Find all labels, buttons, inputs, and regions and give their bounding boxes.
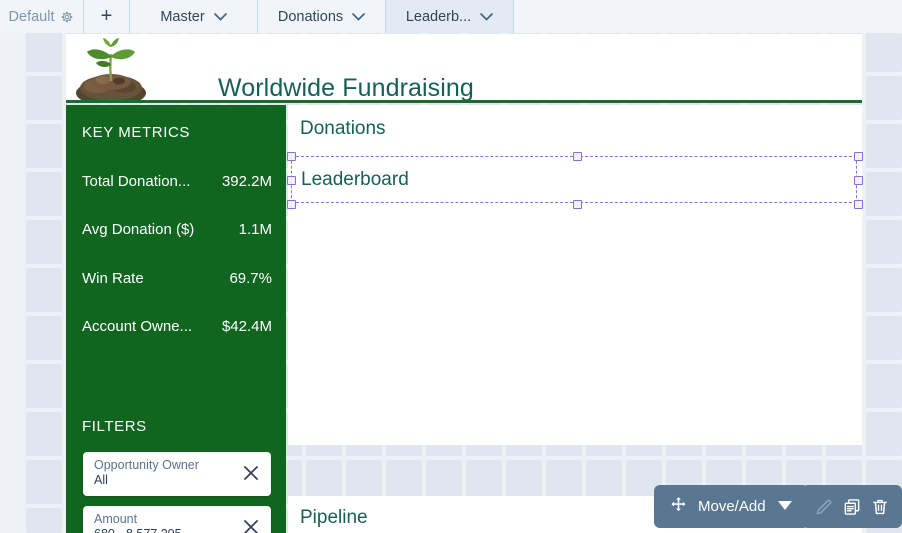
grid-cell (26, 33, 62, 72)
grid-cell (26, 172, 62, 216)
donations-panel-title: Donations (300, 118, 386, 139)
component-tool-group (802, 485, 902, 528)
pencil-icon[interactable] (811, 494, 837, 520)
grid-cell (26, 76, 62, 120)
tab-donations-label: Donations (277, 8, 344, 25)
grid-cell (866, 33, 902, 72)
filters-heading: FILTERS (82, 418, 147, 435)
resize-handle-top-right[interactable] (854, 152, 863, 161)
filter-value: 680 - 8,577,205 (94, 527, 182, 533)
resize-handle-bottom-left[interactable] (287, 200, 296, 209)
metric-label: Account Owne... (82, 318, 193, 335)
filter-card-amount[interactable]: Amount 680 - 8,577,205 (83, 506, 271, 533)
grid-cell (26, 316, 62, 360)
trash-icon[interactable] (867, 494, 893, 520)
grid-cell (26, 412, 62, 456)
pipeline-panel-title: Pipeline (300, 507, 368, 528)
tab-leaderboard-label: Leaderb... (405, 8, 472, 25)
grid-cell (26, 220, 62, 264)
move-add-button[interactable]: Move/Add (654, 485, 809, 528)
resize-handle-bottom-middle[interactable] (573, 200, 582, 209)
caret-down-icon[interactable] (777, 498, 793, 515)
grid-cell (26, 508, 62, 533)
duplicate-icon[interactable] (839, 494, 865, 520)
resize-handle-top-middle[interactable] (573, 152, 582, 161)
resize-handle-bottom-right[interactable] (854, 200, 863, 209)
grid-cell (866, 316, 902, 360)
dashboard-header-panel[interactable]: Worldwide Fundraising (66, 34, 862, 103)
grid-cell (866, 172, 902, 216)
tab-default-label: Default (8, 8, 55, 25)
chevron-down-icon[interactable] (213, 12, 227, 21)
filter-name: Amount (94, 512, 138, 526)
key-metrics-heading: KEY METRICS (82, 124, 191, 141)
metric-label: Avg Donation ($) (82, 221, 195, 238)
gear-icon[interactable] (60, 10, 74, 24)
grid-cell (866, 412, 902, 456)
grid-cell (26, 364, 62, 408)
grid-cell (866, 124, 902, 168)
tab-bar-filler (514, 0, 902, 33)
metric-value: 392.2M (221, 173, 272, 190)
resize-handle-top-left[interactable] (287, 152, 296, 161)
metric-row: Account Owne... $42.4M (82, 318, 272, 335)
chevron-down-icon[interactable] (352, 12, 365, 21)
metric-label: Win Rate (82, 270, 144, 287)
add-tab-button[interactable]: + (84, 0, 130, 33)
filter-value: All (94, 473, 108, 487)
tab-donations[interactable]: Donations (258, 0, 386, 33)
add-tab-label: + (100, 5, 113, 27)
move-arrows-icon (670, 496, 687, 517)
grid-cell (866, 268, 902, 312)
seedling-plant-logo-icon (72, 34, 150, 100)
tab-master[interactable]: Master (130, 0, 258, 33)
metric-label: Total Donation... (82, 173, 191, 190)
close-icon[interactable] (241, 517, 261, 533)
metric-value: 69.7% (229, 270, 272, 287)
grid-cell (866, 220, 902, 264)
filter-name: Opportunity Owner (94, 458, 199, 472)
selected-component-leaderboard[interactable]: Leaderboard (287, 152, 863, 209)
close-icon[interactable] (241, 463, 261, 483)
key-metrics-panel[interactable]: KEY METRICS Total Donation... 392.2M Avg… (66, 105, 286, 533)
tab-master-label: Master (160, 8, 205, 25)
filter-card-opportunity-owner[interactable]: Opportunity Owner All (83, 452, 271, 496)
chevron-down-icon[interactable] (480, 12, 494, 21)
metric-row: Avg Donation ($) 1.1M (82, 221, 272, 238)
tab-default[interactable]: Default (0, 0, 84, 33)
grid-cell (26, 124, 62, 168)
grid-cell (866, 364, 902, 408)
tab-bar: Default + Master Donations Leaderb... (0, 0, 902, 33)
leaderboard-title: Leaderboard (301, 169, 409, 190)
metric-row: Win Rate 69.7% (82, 270, 272, 287)
tab-leaderboard[interactable]: Leaderb... (386, 0, 514, 33)
dashboard-builder-app: Default + Master Donations Leaderb... Wo… (0, 0, 902, 533)
resize-handle-middle-left[interactable] (287, 176, 296, 185)
grid-cell (866, 76, 902, 120)
metric-row: Total Donation... 392.2M (82, 173, 272, 190)
move-add-label: Move/Add (698, 498, 766, 515)
dashboard-title: Worldwide Fundraising (218, 74, 474, 102)
metric-value: 1.1M (238, 221, 272, 238)
grid-cell (26, 460, 62, 504)
grid-cell (26, 268, 62, 312)
resize-handle-middle-right[interactable] (854, 176, 863, 185)
metric-value: $42.4M (221, 318, 272, 335)
